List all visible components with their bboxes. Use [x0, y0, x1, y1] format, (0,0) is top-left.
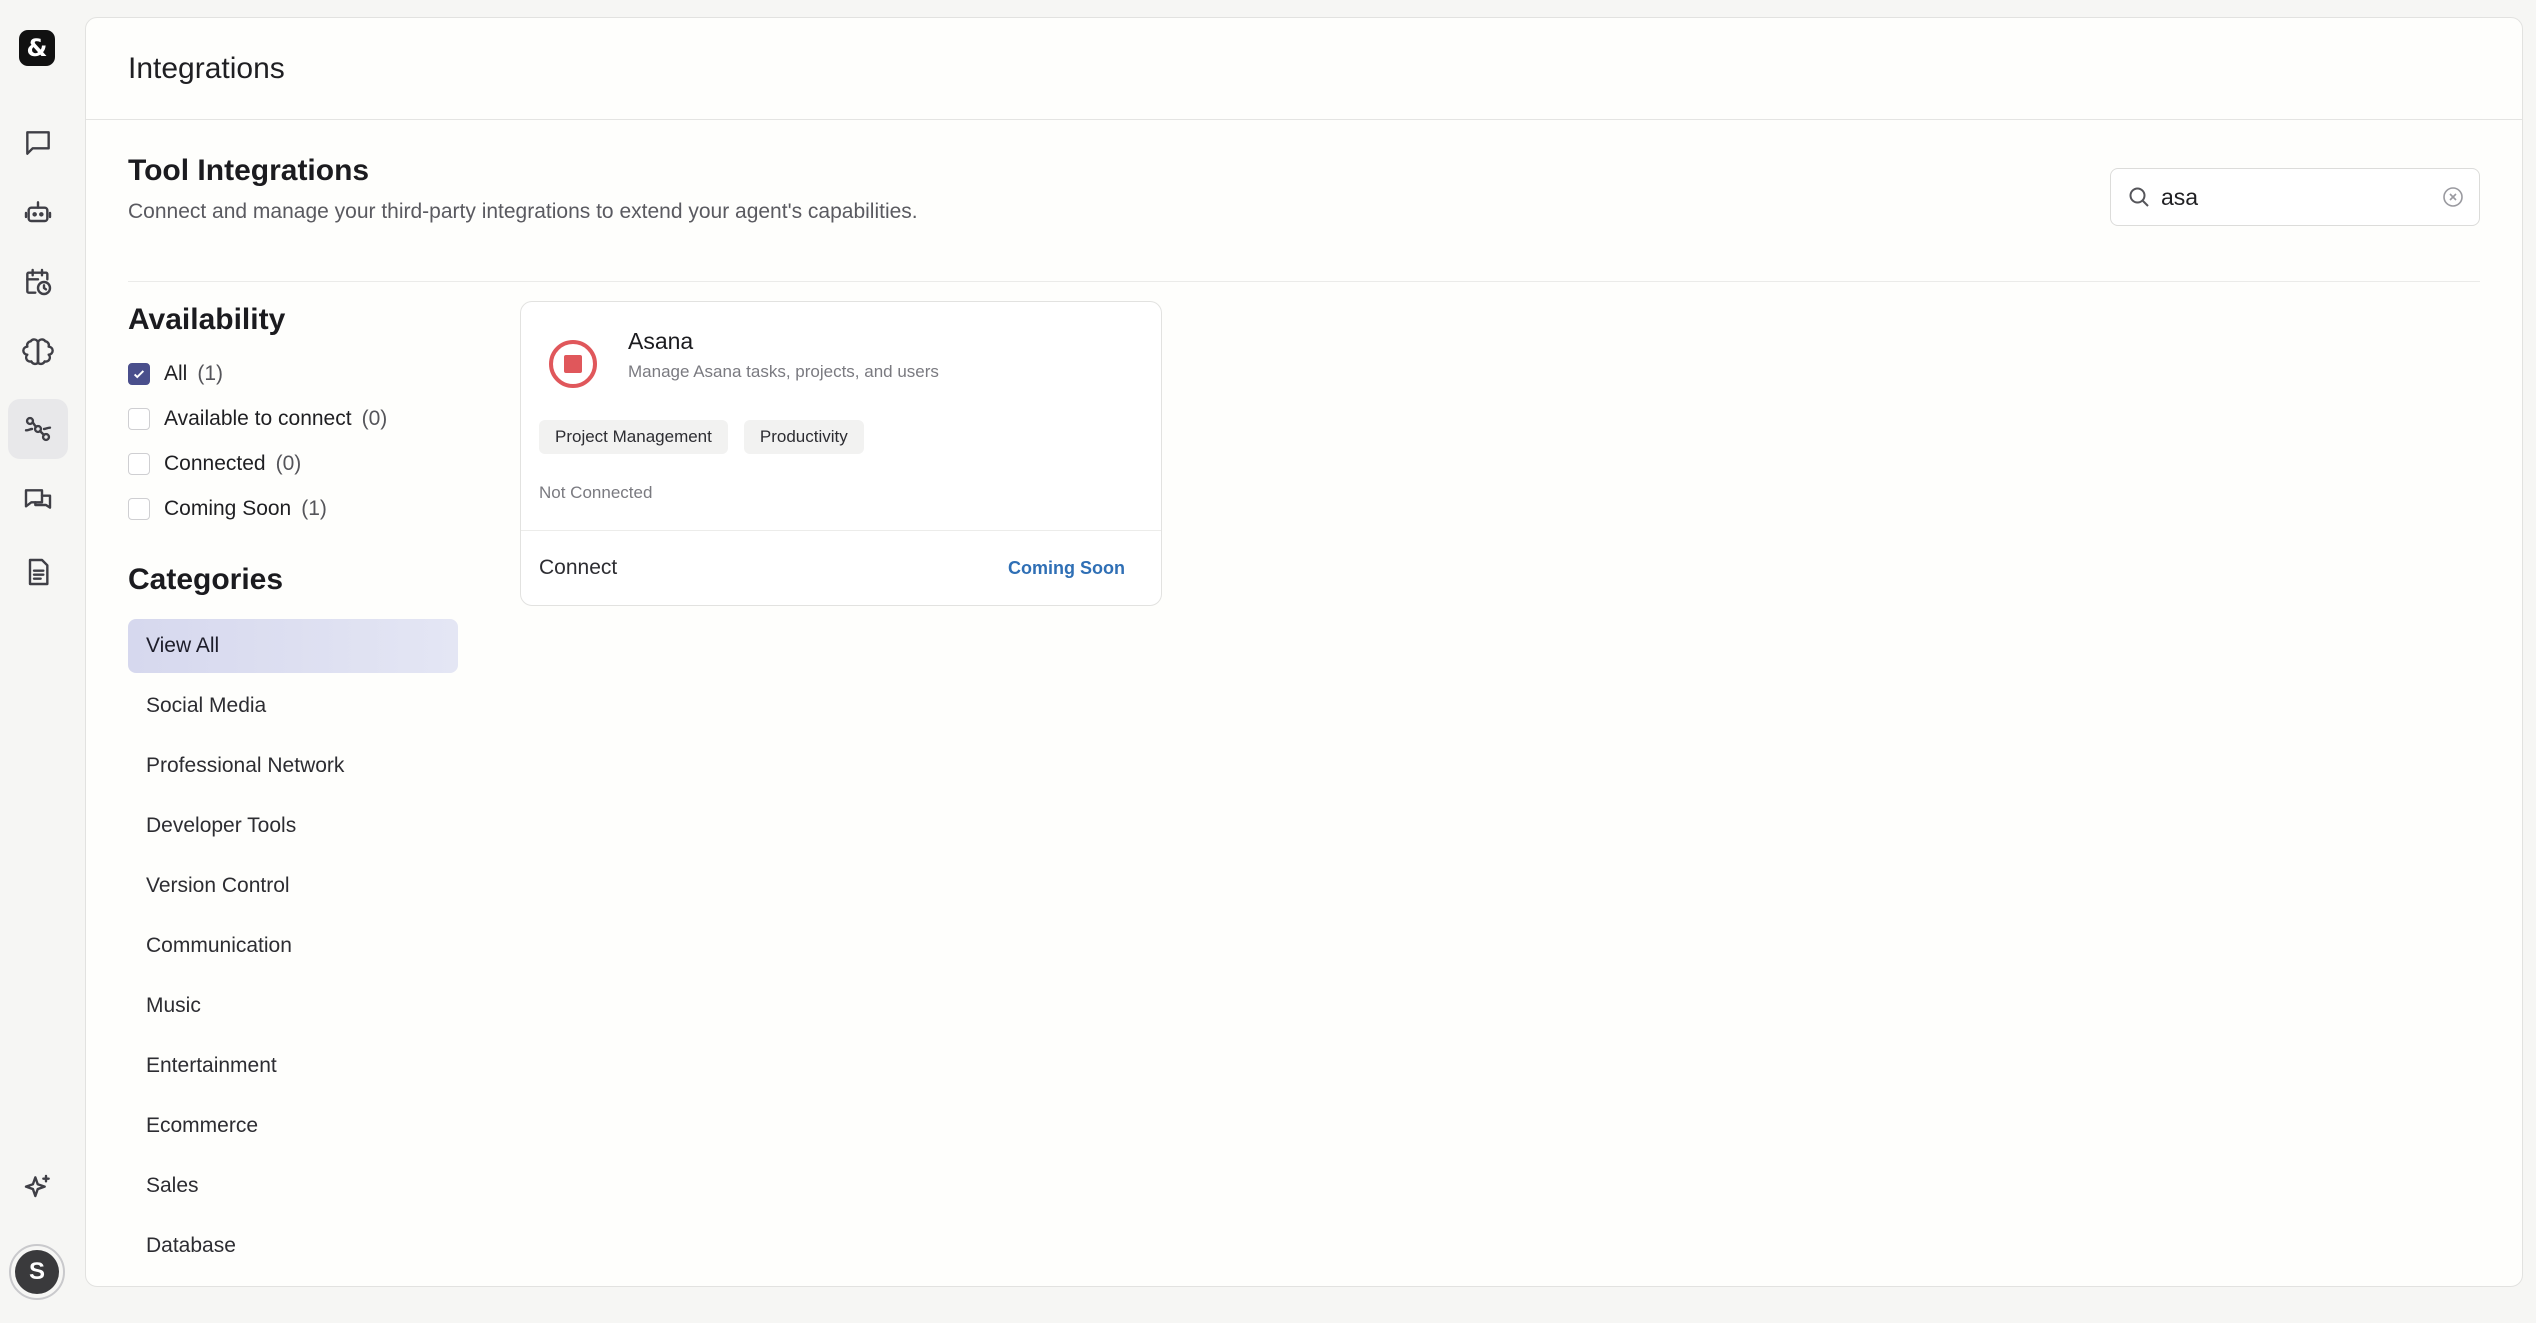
- filter-label: Connected: [164, 451, 266, 475]
- search-input[interactable]: [2159, 182, 2433, 212]
- asana-logo-icon: [549, 340, 597, 388]
- connection-status: Not Connected: [539, 483, 653, 502]
- filter-all[interactable]: All (1): [128, 351, 468, 396]
- category-entertainment[interactable]: Entertainment: [128, 1039, 458, 1093]
- connect-button[interactable]: Connect: [539, 556, 617, 580]
- filter-count: (0): [275, 451, 302, 475]
- checkbox[interactable]: [128, 497, 150, 520]
- integration-card[interactable]: Asana Manage Asana tasks, projects, and …: [520, 301, 1162, 606]
- filter-label: Available to connect: [164, 406, 352, 430]
- card-title: Asana: [628, 328, 694, 354]
- document-icon: [28, 558, 49, 586]
- rail-messages[interactable]: [8, 471, 68, 531]
- categories-title: Categories: [128, 563, 284, 596]
- filter-count: (0): [361, 406, 388, 430]
- filter-count: (1): [197, 361, 224, 385]
- search-box[interactable]: [2110, 168, 2480, 226]
- card-tags: Project Management Productivity: [539, 420, 864, 454]
- availability-title: Availability: [128, 303, 286, 336]
- category-professional-network[interactable]: Professional Network: [128, 739, 458, 793]
- category-social-media[interactable]: Social Media: [128, 679, 458, 733]
- sparkles-icon: [24, 1174, 50, 1198]
- integrations-icon: [24, 416, 52, 442]
- user-avatar[interactable]: S: [9, 1244, 65, 1300]
- availability-filter: Availability All (1) Available to connec…: [128, 303, 468, 531]
- filter-label: All: [164, 361, 188, 385]
- robot-icon: [24, 201, 52, 223]
- page-title: Integrations: [128, 51, 285, 85]
- rail-whats-new[interactable]: [8, 1158, 68, 1218]
- check-icon: [133, 369, 145, 378]
- category-version-control[interactable]: Version Control: [128, 859, 458, 913]
- category-view-all[interactable]: View All: [128, 619, 458, 673]
- rail-schedule[interactable]: [8, 252, 68, 312]
- section-header: Tool Integrations Connect and manage you…: [128, 154, 2480, 282]
- rail-knowledge[interactable]: [8, 322, 68, 382]
- filter-label: Coming Soon: [164, 496, 292, 520]
- checkbox[interactable]: [128, 407, 150, 430]
- rail-integrations[interactable]: [8, 399, 68, 459]
- coming-soon-badge: Coming Soon: [1008, 557, 1125, 578]
- calendar-clock-icon: [26, 268, 52, 296]
- category-music[interactable]: Music: [128, 979, 458, 1033]
- category-ecommerce[interactable]: Ecommerce: [128, 1099, 458, 1153]
- checkbox[interactable]: [128, 452, 150, 475]
- filter-count: (1): [301, 496, 327, 520]
- card-description: Manage Asana tasks, projects, and users: [628, 362, 939, 381]
- rail-chat[interactable]: [8, 113, 68, 173]
- category-communication[interactable]: Communication: [128, 919, 458, 973]
- card-footer: Connect Coming Soon: [521, 530, 1161, 605]
- filter-available[interactable]: Available to connect (0): [128, 396, 468, 441]
- filter-connected[interactable]: Connected (0): [128, 441, 468, 486]
- tag: Productivity: [743, 420, 864, 454]
- search-icon: [2129, 187, 2149, 207]
- brain-icon: [22, 338, 54, 366]
- categories-list: Categories View All Social Media Profess…: [128, 563, 458, 1279]
- checkbox-checked[interactable]: [128, 362, 150, 385]
- avatar-initial: S: [15, 1250, 59, 1294]
- topbar: Integrations: [86, 18, 2522, 120]
- chat-icon: [26, 131, 50, 155]
- messages-icon: [24, 489, 52, 509]
- category-sales[interactable]: Sales: [128, 1159, 458, 1213]
- main-panel: Integrations Tool Integrations Connect a…: [85, 17, 2523, 1287]
- rail-agents[interactable]: [8, 183, 68, 243]
- left-rail: & S: [0, 0, 82, 1323]
- clear-search-icon[interactable]: [2443, 187, 2463, 207]
- category-developer-tools[interactable]: Developer Tools: [128, 799, 458, 853]
- app-logo[interactable]: &: [19, 30, 55, 66]
- category-database[interactable]: Database: [128, 1219, 458, 1273]
- tag: Project Management: [539, 420, 728, 454]
- filter-coming-soon[interactable]: Coming Soon (1): [128, 486, 468, 531]
- rail-documents[interactable]: [8, 542, 68, 602]
